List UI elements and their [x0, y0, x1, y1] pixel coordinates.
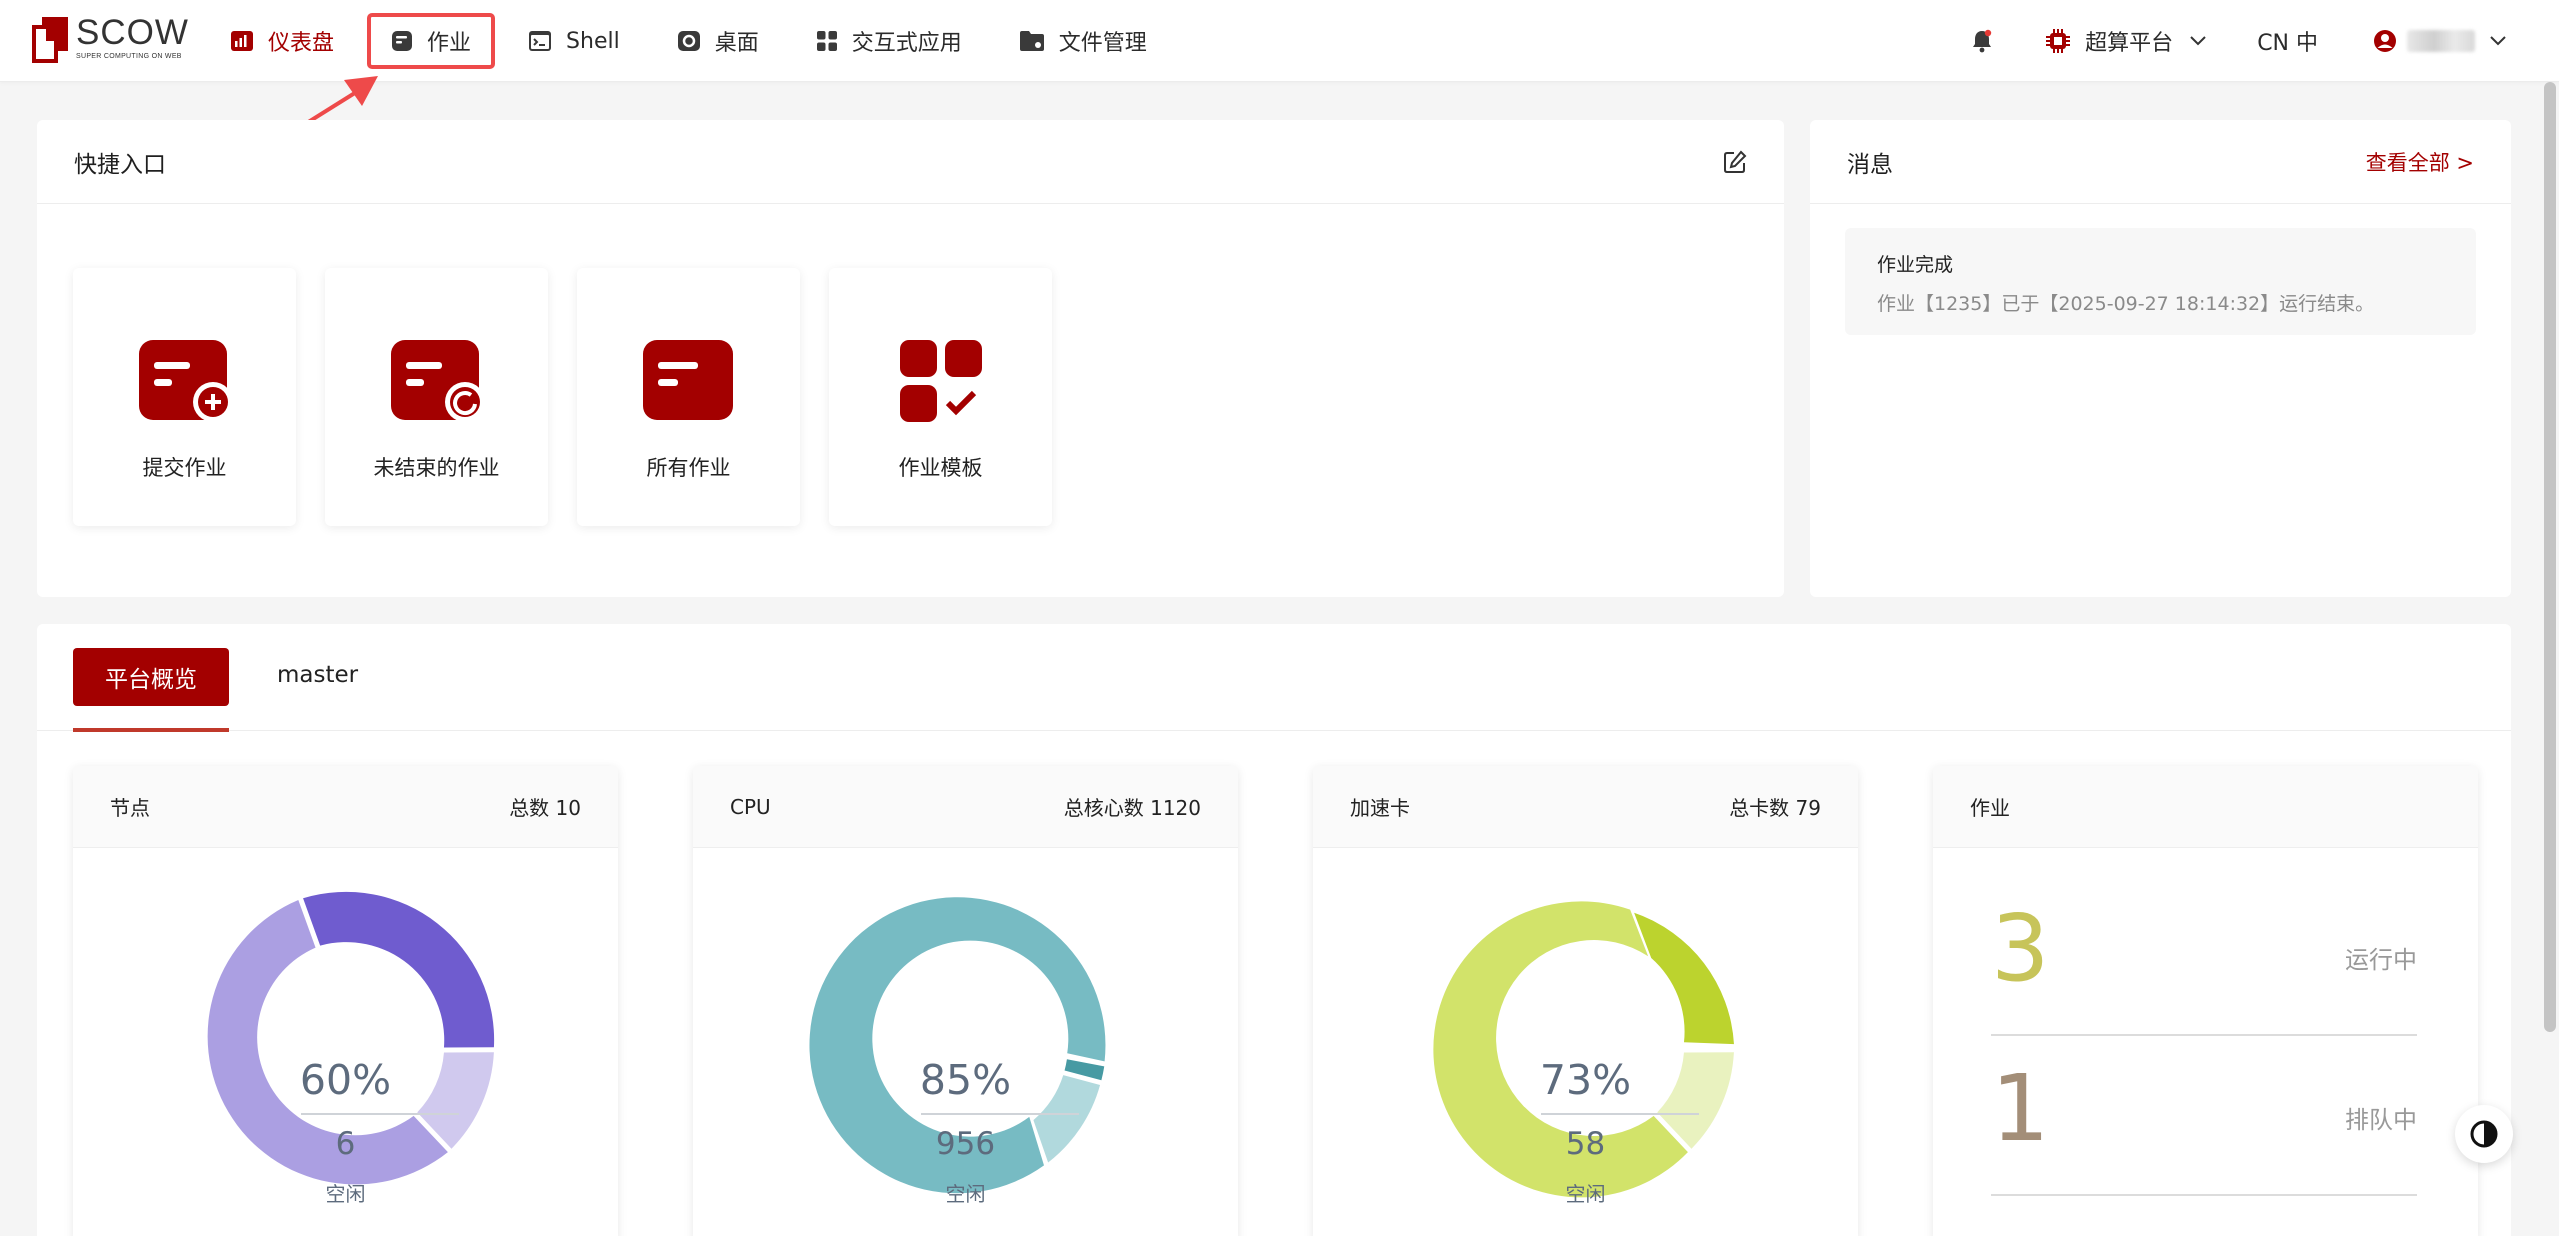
user-menu[interactable] — [2373, 29, 2507, 53]
quick-entry-title: 快捷入口 — [74, 151, 166, 178]
cpu-idle-label: 空闲 — [945, 1182, 986, 1206]
nav-shell-label: Shell — [566, 28, 620, 54]
jobs-running-row[interactable]: 3 运行中 — [1991, 876, 2417, 1036]
stat-card-accelerators: 加速卡 总卡数 79 73% 58 空闲 — [1313, 766, 1858, 1236]
nav-dashboard-label: 仪表盘 — [268, 31, 335, 56]
nodes-idle-count: 6 — [335, 1126, 356, 1162]
apps-icon — [816, 31, 837, 51]
jobs-pending-label: 排队中 — [2345, 1106, 2417, 1134]
scow-logo-icon — [32, 17, 68, 63]
accelerators-percent: 73% — [1539, 1056, 1632, 1104]
stat-accelerators-title: 加速卡 — [1350, 796, 1410, 820]
tile-job-templates-label: 作业模板 — [898, 456, 983, 480]
desktop-icon — [677, 31, 700, 51]
nodes-percent: 60% — [299, 1056, 392, 1104]
all-jobs-icon — [642, 340, 733, 420]
nav-file-manager-label: 文件管理 — [1058, 31, 1147, 56]
header-right: 超算平台 CN 中 — [1971, 0, 2559, 82]
tile-running-jobs[interactable]: 未结束的作业 — [325, 268, 548, 526]
chevron-down-icon — [2490, 36, 2506, 46]
quick-entry-card: 快捷入口 提交作业 未结束的作业 所有作业 作业模板 — [37, 120, 1784, 597]
nodes-donut-segment-busy — [303, 891, 495, 1048]
tab-platform-overview[interactable]: 平台概览 — [73, 648, 229, 706]
stat-nodes-total: 总数 10 — [509, 796, 581, 820]
nav-desktop[interactable]: 桌面 — [657, 17, 779, 65]
job-icon — [392, 31, 413, 51]
page-scrollbar[interactable] — [2544, 82, 2556, 1032]
nav-desktop-label: 桌面 — [714, 31, 759, 56]
cpu-idle-count: 956 — [935, 1126, 996, 1162]
accelerators-idle-label: 空闲 — [1565, 1182, 1606, 1206]
stat-jobs-title: 作业 — [1970, 796, 2010, 820]
logo-subtitle: SUPER COMPUTING ON WEB — [76, 53, 182, 60]
platform-label: 超算平台 — [2085, 31, 2174, 56]
overview-card: 平台概览 master 节点 总数 10 60% 6 空闲 CPU 总核心数 1… — [37, 624, 2511, 1236]
cpu-percent: 85% — [919, 1056, 1012, 1104]
terminal-icon — [529, 31, 552, 51]
jobs-running-count: 3 — [1991, 895, 2050, 1002]
nav-interactive-apps-label: 交互式应用 — [851, 31, 962, 56]
nav-file-manager[interactable]: 文件管理 — [999, 17, 1167, 65]
stat-card-cpu: CPU 总核心数 1120 85% 956 空闲 — [693, 766, 1238, 1236]
tile-all-jobs[interactable]: 所有作业 — [577, 268, 800, 526]
tile-running-jobs-label: 未结束的作业 — [373, 456, 500, 480]
stat-card-jobs: 作业 3 运行中 1 排队中 — [1933, 766, 2478, 1236]
contrast-icon — [2470, 1120, 2498, 1148]
stat-accelerators-total: 总卡数 79 — [1729, 796, 1821, 820]
stat-cpu-total: 总核心数 1120 — [1063, 796, 1201, 820]
folder-icon — [1019, 31, 1044, 51]
logo-name: SCOW — [76, 13, 189, 52]
message-title: 作业完成 — [1877, 254, 1954, 276]
theme-toggle-button[interactable] — [2455, 1105, 2513, 1163]
nav-job-label: 作业 — [427, 31, 472, 56]
nav-shell[interactable]: Shell — [508, 17, 640, 65]
message-item[interactable]: 作业完成 作业【1235】已于【2025-09-27 18:14:32】运行结束… — [1845, 228, 2476, 335]
nav-interactive-apps[interactable]: 交互式应用 — [796, 17, 982, 65]
stat-card-nodes: 节点 总数 10 60% 6 空闲 — [73, 766, 618, 1236]
platform-selector[interactable]: 超算平台 — [2045, 25, 2207, 57]
messages-card: 消息 查看全部 > 作业完成 作业【1235】已于【2025-09-27 18:… — [1810, 120, 2511, 597]
overview-tabs: 平台概览 master — [37, 624, 2511, 732]
chevron-down-icon — [2190, 36, 2206, 46]
tile-submit-job[interactable]: 提交作业 — [73, 268, 296, 526]
jobs-running-label: 运行中 — [2345, 946, 2417, 974]
active-tab-underline — [73, 728, 229, 732]
tile-all-jobs-label: 所有作业 — [646, 456, 731, 480]
stat-cpu-title: CPU — [730, 794, 771, 819]
username-blurred — [2407, 30, 2475, 52]
tile-submit-job-label: 提交作业 — [142, 456, 227, 480]
tab-master[interactable]: master — [277, 662, 358, 688]
job-template-icon — [899, 340, 982, 422]
edit-icon[interactable] — [1723, 150, 1747, 174]
stat-nodes-title: 节点 — [110, 796, 150, 820]
accelerators-idle-count: 58 — [1565, 1126, 1606, 1162]
running-job-icon — [390, 340, 485, 422]
language-switch[interactable]: CN 中 — [2257, 25, 2318, 57]
accelerators-divider — [1541, 1113, 1699, 1115]
message-body: 作业【1235】已于【2025-09-27 18:14:32】运行结束。 — [1877, 293, 2375, 315]
jobs-pending-count: 1 — [1991, 1055, 2050, 1162]
tile-job-templates[interactable]: 作业模板 — [829, 268, 1052, 526]
messages-title: 消息 — [1847, 151, 1893, 178]
accelerators-donut-segment-busy — [1634, 912, 1734, 1045]
cpu-divider — [921, 1113, 1079, 1115]
nodes-idle-label: 空闲 — [325, 1182, 366, 1206]
submit-job-icon — [138, 340, 233, 422]
bell-icon[interactable] — [1971, 29, 1993, 53]
chip-icon — [2046, 29, 2071, 53]
nav-job[interactable]: 作业 — [367, 13, 496, 69]
scow-logo[interactable]: SCOW SUPER COMPUTING ON WEB — [32, 15, 189, 65]
jobs-pending-row[interactable]: 1 排队中 — [1991, 1036, 2417, 1196]
nav-dashboard[interactable]: 仪表盘 — [210, 17, 354, 65]
dashboard-icon — [231, 31, 253, 51]
view-all-link[interactable]: 查看全部 > — [2366, 147, 2474, 177]
nodes-divider — [301, 1113, 459, 1115]
user-avatar-icon — [2374, 30, 2396, 52]
